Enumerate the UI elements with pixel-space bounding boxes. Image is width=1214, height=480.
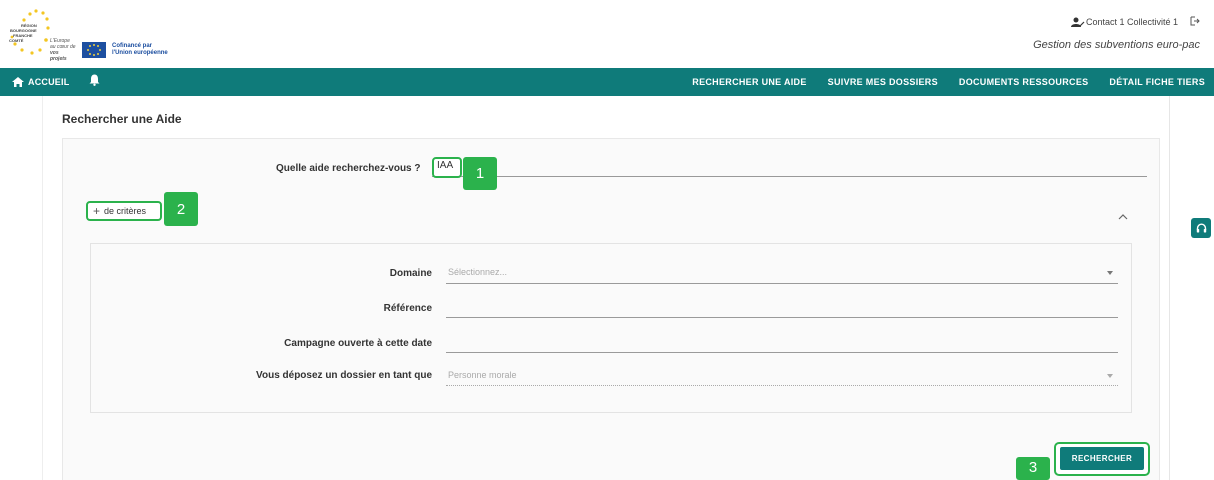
user-bar: Contact 1 Collectivité 1	[1070, 16, 1200, 28]
eu-cofinance-text: Cofinancé par l'Union européenne	[112, 43, 168, 56]
user-menu[interactable]: Contact 1 Collectivité 1	[1070, 17, 1178, 27]
nav-detail-fiche-tiers[interactable]: DÉTAIL FICHE TIERS	[1109, 77, 1205, 87]
support-button[interactable]	[1191, 218, 1211, 238]
main-navbar: ACCUEIL RECHERCHER UNE AIDE SUIVRE MES D…	[0, 68, 1214, 96]
nav-rechercher-aide[interactable]: RECHERCHER UNE AIDE	[692, 77, 806, 87]
domaine-underline	[446, 283, 1118, 284]
annotation-badge-1: 1	[463, 157, 497, 190]
chevron-down-icon[interactable]	[1107, 271, 1113, 275]
campagne-date-input[interactable]	[446, 352, 1118, 353]
plus-icon: +	[93, 204, 101, 218]
eu-slogan: L'Europe au cœur de vos projets	[50, 38, 76, 62]
nav-home[interactable]: ACCUEIL	[12, 77, 69, 87]
deposez-underline	[446, 385, 1118, 386]
app-header: RÉGION BOURGOGNE FRANCHE COMTÉ L'Europe …	[0, 0, 1214, 68]
campagne-label: Campagne ouverte à cette date	[284, 338, 432, 349]
eu-flag-icon	[82, 42, 106, 58]
home-icon	[12, 77, 24, 87]
domaine-select[interactable]: Sélectionnez...	[448, 267, 507, 277]
question-label: Quelle aide recherchez-vous ?	[276, 163, 421, 174]
region-logo-line: COMTÉ	[9, 38, 24, 43]
reference-label: Référence	[383, 303, 432, 314]
nav-home-label: ACCUEIL	[28, 77, 70, 87]
content-border-left	[42, 96, 43, 480]
search-input[interactable]: IAA	[437, 160, 453, 171]
search-button[interactable]: RECHERCHER	[1060, 447, 1144, 470]
logout-icon[interactable]	[1190, 16, 1200, 28]
chevron-up-icon[interactable]	[1118, 207, 1130, 220]
more-criteria-label: de critères	[104, 206, 147, 216]
domaine-label: Domaine	[389, 268, 432, 279]
user-edit-icon	[1070, 17, 1085, 27]
deposez-select[interactable]: Personne morale	[448, 370, 517, 380]
content-border-right	[1169, 96, 1170, 480]
deposez-label: Vous déposez un dossier en tant que	[256, 370, 432, 381]
annotation-badge-3: 3	[1016, 457, 1050, 480]
criteria-panel	[90, 243, 1132, 413]
reference-input[interactable]	[446, 317, 1118, 318]
chevron-down-icon[interactable]	[1107, 374, 1113, 378]
nav-documents-ressources[interactable]: DOCUMENTS RESSOURCES	[959, 77, 1089, 87]
headset-icon	[1196, 222, 1206, 232]
eu-cofinance-logo: L'Europe au cœur de vos projets Cofinanc…	[50, 38, 168, 62]
more-criteria-button[interactable]: + de critères	[86, 201, 162, 221]
search-input-underline	[432, 176, 1147, 177]
bell-icon[interactable]	[89, 73, 100, 91]
page-title: Rechercher une Aide	[62, 112, 182, 126]
annotation-badge-2: 2	[164, 192, 198, 226]
app-name: Gestion des subventions euro-pac	[1033, 39, 1200, 51]
nav-suivre-dossiers[interactable]: SUIVRE MES DOSSIERS	[828, 77, 938, 87]
user-name: Contact 1 Collectivité 1	[1085, 17, 1178, 27]
